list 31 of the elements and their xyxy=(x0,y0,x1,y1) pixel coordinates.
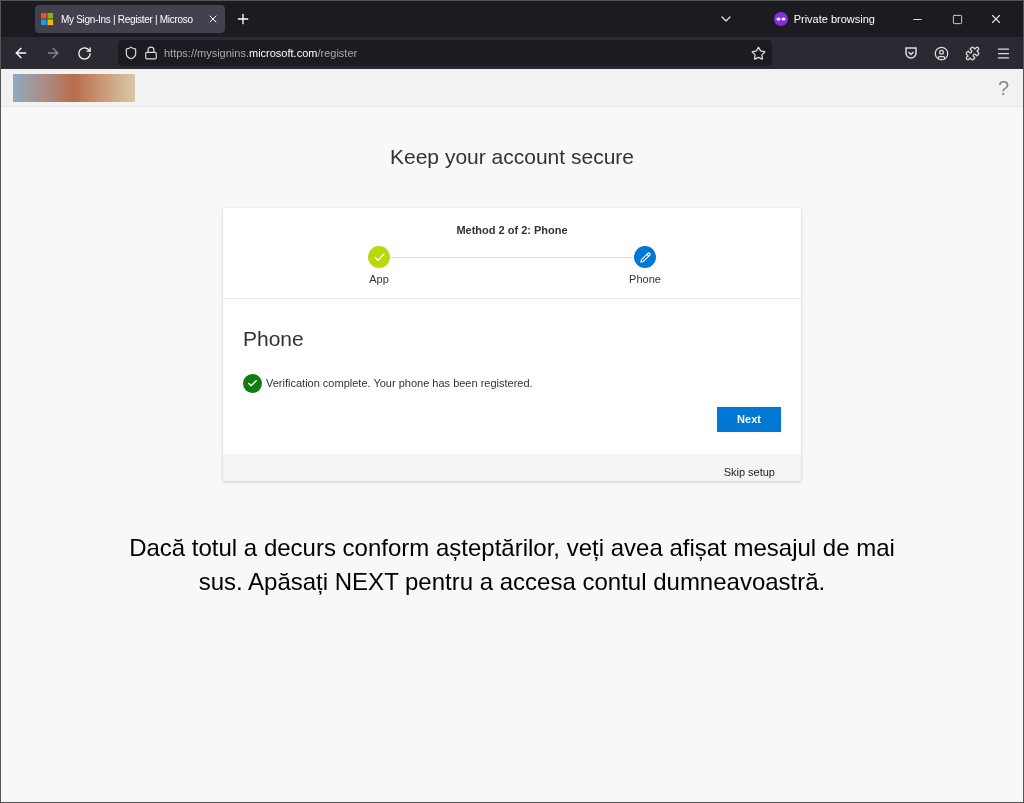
close-icon[interactable] xyxy=(207,13,219,25)
url-text: https://mysignins.microsoft.com/register xyxy=(164,45,359,61)
next-button[interactable]: Next xyxy=(717,407,781,432)
lock-icon xyxy=(144,46,158,60)
menu-icon[interactable] xyxy=(996,45,1011,61)
account-icon[interactable] xyxy=(934,45,949,61)
skip-setup-link[interactable]: Skip setup xyxy=(723,463,775,480)
windows-logo-icon xyxy=(41,13,53,25)
new-tab-icon[interactable] xyxy=(235,11,251,27)
forward-icon[interactable] xyxy=(45,45,61,61)
reload-icon[interactable] xyxy=(77,45,92,61)
section-heading: Phone xyxy=(243,325,305,352)
verification-message: Verification complete. Your phone has been registered. xyxy=(266,376,533,392)
close-window-icon[interactable] xyxy=(989,12,1003,26)
success-check-icon xyxy=(243,374,262,393)
back-icon[interactable] xyxy=(13,45,29,61)
page-title: Keep your account secure xyxy=(390,144,634,170)
tab-title: My Sign-Ins | Register | Microso xyxy=(61,12,194,27)
step-label: Phone xyxy=(629,272,661,287)
extensions-icon[interactable] xyxy=(965,45,980,61)
address-bar[interactable]: https://mysignins.microsoft.com/register xyxy=(118,40,772,66)
private-browsing-label: Private browsing xyxy=(793,11,875,27)
pocket-icon[interactable] xyxy=(904,46,918,60)
mask-icon xyxy=(773,12,788,26)
shield-icon xyxy=(124,46,138,60)
star-icon[interactable] xyxy=(751,45,766,61)
method-label: Method 2 of 2: Phone xyxy=(456,222,568,238)
browser-tab[interactable]: My Sign-Ins | Register | Microso xyxy=(35,5,225,33)
maximize-icon[interactable] xyxy=(952,13,963,25)
instruction-text: Dacă totul a decurs conform așteptărilor, veți avea afișat mesajul de mai sus. Apăsați NEXT pentru a accesa contul dumneavoastră. xyxy=(128,533,896,597)
step-label: App xyxy=(369,272,389,287)
